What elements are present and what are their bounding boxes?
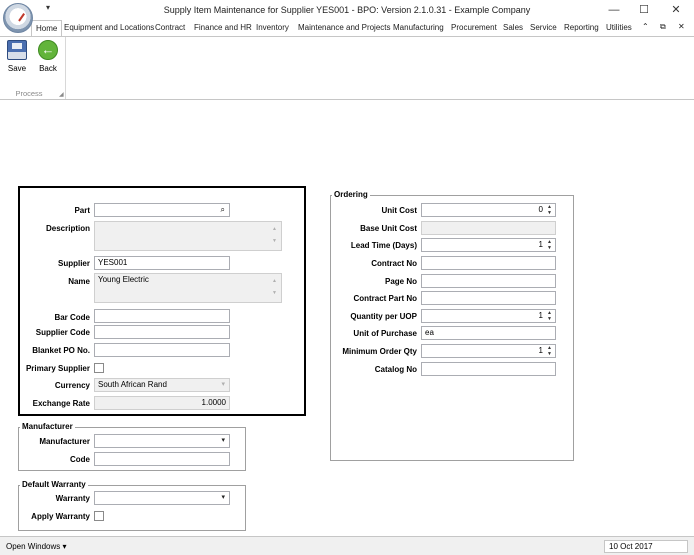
status-date: 10 Oct 2017: [604, 540, 688, 553]
catalog-no-field[interactable]: [421, 362, 556, 376]
chevron-down-icon[interactable]: ▾: [221, 493, 225, 501]
minimize-button[interactable]: —: [600, 1, 628, 19]
supplier-label: Supplier: [57, 259, 90, 268]
tab-procurement[interactable]: Procurement: [451, 23, 497, 32]
close-button[interactable]: ✕: [662, 1, 690, 19]
tab-inventory[interactable]: Inventory: [256, 23, 289, 32]
minimum-order-qty-field[interactable]: 1 ▲ ▼: [421, 344, 556, 358]
base-unit-cost-field: [421, 221, 556, 235]
page-no-label: Page No: [384, 277, 417, 286]
status-bar: Open Windows ▾ 10 Oct 2017: [0, 536, 694, 555]
unit-of-purchase-label: Unit of Purchase: [353, 329, 417, 338]
ribbon-tab-bar: Home Equipment and Locations Contract Fi…: [0, 20, 694, 37]
scroll-arrows-icon: ▲ ▼: [272, 278, 277, 296]
blanket-po-label: Blanket PO No.: [32, 346, 90, 355]
process-group: Save Back Process ◢: [0, 37, 66, 99]
tab-reporting[interactable]: Reporting: [564, 23, 599, 32]
base-unit-cost-label: Base Unit Cost: [360, 224, 417, 233]
primary-supplier-label: Primary Supplier: [25, 364, 90, 373]
process-group-label: Process: [15, 89, 43, 98]
tab-utilities[interactable]: Utilities: [606, 23, 632, 32]
title-bar: Supply Item Maintenance for Supplier YES…: [0, 0, 694, 20]
tab-home[interactable]: Home: [31, 20, 63, 37]
quantity-per-uop-field[interactable]: 1 ▲ ▼: [421, 309, 556, 323]
description-field[interactable]: ▲ ▼: [94, 221, 282, 251]
spinner-arrows-icon[interactable]: ▲ ▼: [546, 310, 553, 322]
currency-label: Currency: [54, 381, 90, 390]
blanket-po-field[interactable]: [94, 343, 230, 357]
ordering-legend: Ordering: [332, 190, 370, 199]
apply-warranty-checkbox[interactable]: [94, 511, 104, 521]
tab-contract[interactable]: Contract: [155, 23, 185, 32]
exchange-rate-label: Exchange Rate: [32, 399, 90, 408]
back-button[interactable]: Back: [35, 40, 61, 73]
contract-part-no-field[interactable]: [421, 291, 556, 305]
tab-equipment-and-locations[interactable]: Equipment and Locations: [64, 23, 154, 32]
supplier-code-field[interactable]: [94, 325, 230, 339]
part-field[interactable]: ⌕: [94, 203, 230, 217]
page-no-field[interactable]: [421, 274, 556, 288]
chevron-down-icon[interactable]: ▾: [221, 436, 225, 444]
back-label: Back: [39, 64, 57, 73]
document-close-icon[interactable]: ✕: [678, 22, 685, 31]
apply-warranty-label: Apply Warranty: [31, 512, 90, 521]
search-icon[interactable]: ⌕: [221, 205, 225, 215]
code-field[interactable]: [94, 452, 230, 466]
name-label: Name: [68, 277, 90, 286]
save-label: Save: [7, 64, 27, 73]
exchange-rate-field: 1.0000: [94, 396, 230, 410]
spinner-arrows-icon[interactable]: ▲ ▼: [546, 345, 553, 357]
currency-dropdown: South African Rand ▾: [94, 378, 230, 392]
tab-finance-and-hr[interactable]: Finance and HR: [194, 23, 252, 32]
save-button[interactable]: Save: [4, 40, 30, 73]
unit-cost-field[interactable]: 0 ▲ ▼: [421, 203, 556, 217]
save-icon: [7, 40, 27, 60]
manufacturer-label: Manufacturer: [39, 437, 90, 446]
primary-supplier-checkbox[interactable]: [94, 363, 104, 373]
lead-time-field[interactable]: 1 ▲ ▼: [421, 238, 556, 252]
supplier-field[interactable]: YES001: [94, 256, 230, 270]
catalog-no-label: Catalog No: [374, 365, 417, 374]
manufacturer-dropdown[interactable]: ▾: [94, 434, 230, 448]
maximize-button[interactable]: ☐: [630, 1, 658, 19]
chevron-down-icon: ▾: [221, 381, 225, 388]
bar-code-field[interactable]: [94, 309, 230, 323]
app-logo-icon[interactable]: [3, 3, 33, 33]
dock-icon[interactable]: ⧉: [660, 22, 666, 32]
ribbon-panel: Save Back Process ◢: [0, 36, 694, 100]
group-launcher-icon[interactable]: ◢: [59, 91, 64, 98]
minimum-order-qty-label: Minimum Order Qty: [342, 347, 417, 356]
window-title: Supply Item Maintenance for Supplier YES…: [163, 5, 531, 15]
spinner-arrows-icon[interactable]: ▲ ▼: [546, 239, 553, 251]
ribbon-collapse-icon[interactable]: ⌃: [642, 22, 649, 31]
quantity-per-uop-label: Quantity per UOP: [350, 312, 417, 321]
part-label: Part: [74, 206, 90, 215]
spinner-arrows-icon[interactable]: ▲ ▼: [546, 204, 553, 216]
open-windows-button[interactable]: Open Windows ▾: [6, 542, 66, 551]
tab-service[interactable]: Service: [530, 23, 557, 32]
name-field: Young Electric ▲ ▼: [94, 273, 282, 303]
bar-code-label: Bar Code: [54, 313, 90, 322]
description-label: Description: [45, 224, 90, 233]
supplier-code-label: Supplier Code: [35, 328, 90, 337]
contract-part-no-label: Contract Part No: [353, 294, 417, 303]
code-label: Code: [70, 455, 90, 464]
contract-no-label: Contract No: [371, 259, 417, 268]
back-arrow-icon: [38, 40, 58, 60]
tab-sales[interactable]: Sales: [503, 23, 523, 32]
warranty-label: Warranty: [55, 494, 90, 503]
tab-manufacturing[interactable]: Manufacturing: [393, 23, 444, 32]
quick-access-dropdown-icon[interactable]: ▾: [46, 3, 50, 12]
manufacturer-legend: Manufacturer: [20, 422, 75, 431]
unit-of-purchase-field[interactable]: ea: [421, 326, 556, 340]
default-warranty-legend: Default Warranty: [20, 480, 88, 489]
lead-time-label: Lead Time (Days): [350, 241, 417, 250]
tab-maintenance-and-projects[interactable]: Maintenance and Projects: [298, 23, 391, 32]
contract-no-field[interactable]: [421, 256, 556, 270]
scroll-arrows-icon: ▲ ▼: [272, 226, 277, 244]
unit-cost-label: Unit Cost: [381, 206, 417, 215]
warranty-dropdown[interactable]: ▾: [94, 491, 230, 505]
